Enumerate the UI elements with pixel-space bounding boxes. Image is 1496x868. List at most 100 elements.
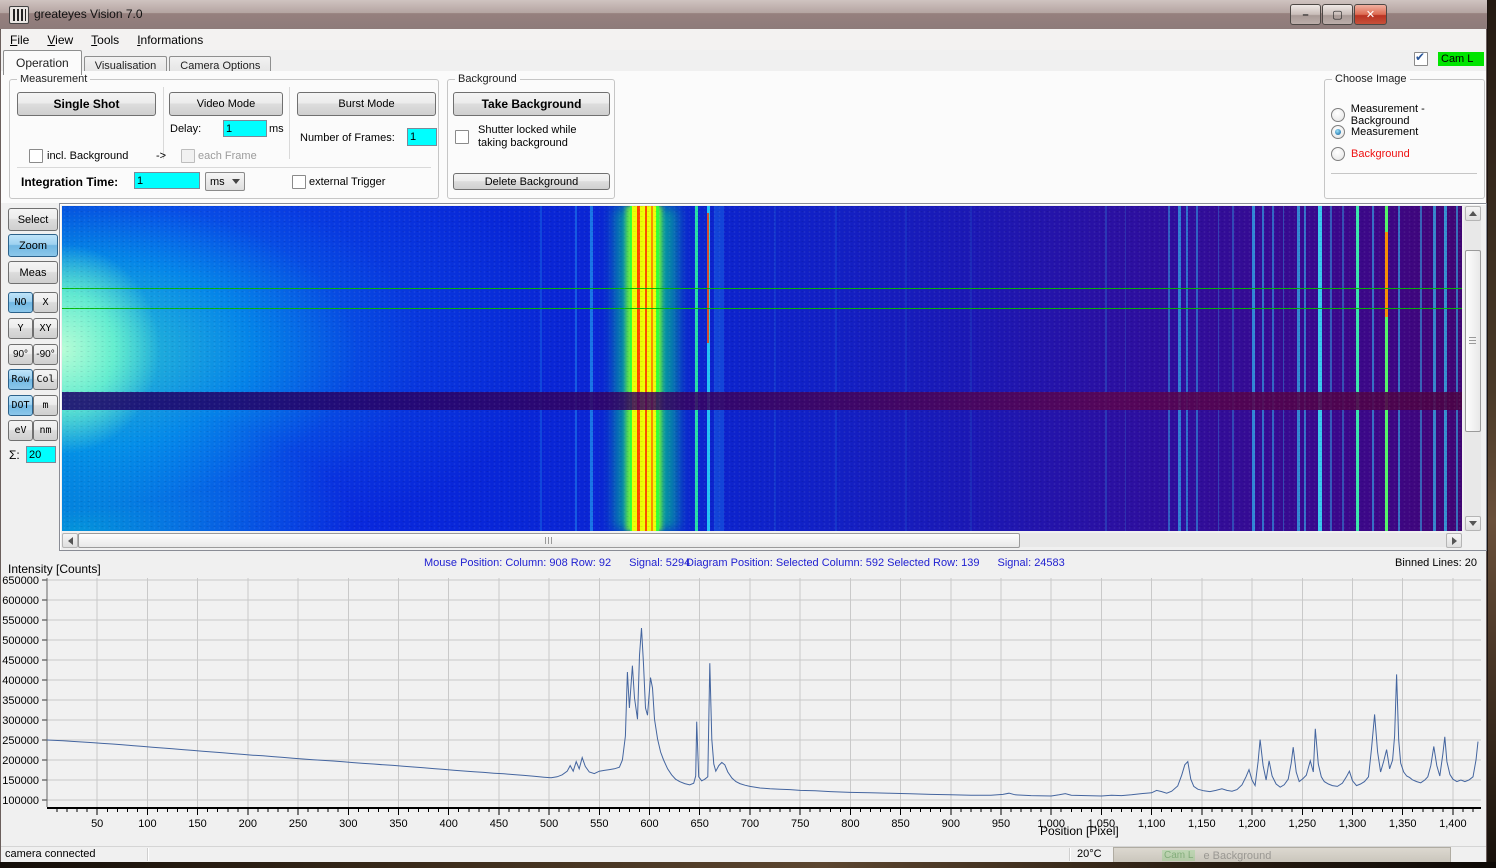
cam-led-checkbox[interactable] — [1414, 52, 1428, 66]
svg-text:550: 550 — [590, 818, 608, 830]
radio-circle-icon[interactable] — [1331, 125, 1345, 139]
svg-text:1,300: 1,300 — [1339, 818, 1367, 830]
minimize-button[interactable]: – — [1290, 4, 1321, 25]
scroll-up-button[interactable] — [1465, 206, 1481, 221]
svg-text:450000: 450000 — [2, 655, 39, 667]
svg-text:1,350: 1,350 — [1389, 818, 1417, 830]
cam-led-label: Cam L — [1438, 52, 1484, 66]
arrow-down-icon — [1469, 521, 1477, 526]
col-mode-button[interactable]: Col — [33, 369, 58, 390]
nm-unit-button[interactable]: nm — [33, 420, 58, 441]
ev-unit-button[interactable]: eV — [8, 420, 33, 441]
rotate-cw-button[interactable]: 90° — [8, 344, 33, 365]
radio-circle-icon[interactable] — [1331, 147, 1345, 161]
row-mode-button[interactable]: Row — [8, 369, 33, 390]
title-bar[interactable]: greateyes Vision 7.0 – ▢ ✕ — [0, 0, 1487, 30]
desktop-background-bottom — [0, 862, 1496, 868]
svg-text:300: 300 — [339, 818, 357, 830]
close-button[interactable]: ✕ — [1354, 4, 1387, 25]
svg-text:550000: 550000 — [2, 615, 39, 627]
radio-circle-icon[interactable] — [1331, 108, 1345, 122]
flip-y-button[interactable]: Y — [8, 318, 33, 339]
radio-label: Measurement — [1351, 126, 1418, 138]
svg-text:350000: 350000 — [2, 695, 39, 707]
external-trigger-checkbox[interactable] — [292, 175, 306, 189]
scroll-down-button[interactable] — [1465, 516, 1481, 531]
svg-text:300000: 300000 — [2, 715, 39, 727]
binned-lines-input[interactable] — [26, 446, 56, 463]
chart-plot-area[interactable]: 1000001500002000002500003000003500004000… — [0, 556, 1487, 846]
svg-text:450: 450 — [490, 818, 508, 830]
maximize-button[interactable]: ▢ — [1322, 4, 1353, 25]
svg-text:600: 600 — [640, 818, 658, 830]
incl-background-checkbox[interactable] — [29, 149, 43, 163]
svg-text:250: 250 — [289, 818, 307, 830]
radio-measurement[interactable]: Measurement — [1331, 125, 1418, 139]
shutter-locked-label-line2: taking background — [478, 137, 568, 149]
vertical-scroll-thumb[interactable] — [1465, 250, 1481, 432]
ghost-cam-label: Cam L — [1162, 850, 1195, 861]
svg-text:950: 950 — [992, 818, 1010, 830]
integration-time-label: Integration Time: — [21, 175, 118, 189]
intensity-chart[interactable]: Intensity [Counts] 100000 150000 200000 250… — [0, 556, 1487, 846]
integration-unit-value: ms — [210, 176, 225, 188]
menu-view[interactable]: View — [38, 29, 82, 47]
dot-mode-button[interactable]: DOT — [8, 395, 33, 416]
scroll-left-button[interactable] — [62, 533, 78, 548]
svg-text:150000: 150000 — [2, 775, 39, 787]
spectral-image[interactable] — [62, 206, 1462, 531]
chart-y-axis-title: Intensity [Counts] — [8, 562, 101, 576]
radio-background[interactable]: Background — [1331, 147, 1410, 161]
integration-time-input[interactable] — [134, 172, 200, 189]
svg-text:200: 200 — [239, 818, 257, 830]
burst-mode-button[interactable]: Burst Mode — [297, 92, 436, 116]
radio-measurement-background[interactable]: Measurement - Background — [1331, 103, 1484, 127]
integration-unit-select[interactable]: ms — [205, 172, 245, 191]
video-mode-button[interactable]: Video Mode — [169, 92, 283, 116]
temperature-status: 20°C — [1077, 848, 1102, 860]
svg-text:500: 500 — [540, 818, 558, 830]
frames-input[interactable] — [407, 128, 437, 146]
flip-xy-button[interactable]: XY — [33, 318, 58, 339]
svg-text:800: 800 — [841, 818, 859, 830]
meter-unit-button[interactable]: m — [33, 395, 58, 416]
each-frame-checkbox[interactable] — [181, 149, 195, 163]
tab-operation[interactable]: Operation — [3, 50, 82, 75]
zoom-tool-button[interactable]: Zoom — [8, 234, 58, 257]
horizontal-scroll-thumb[interactable] — [78, 533, 1020, 548]
select-tool-button[interactable]: Select — [8, 208, 58, 231]
rotate-ccw-button[interactable]: -90° — [33, 344, 58, 365]
image-horizontal-scrollbar[interactable] — [62, 533, 1462, 547]
shutter-locked-label-line1: Shutter locked while — [478, 124, 576, 136]
svg-text:850: 850 — [891, 818, 909, 830]
shutter-locked-checkbox[interactable] — [455, 130, 469, 144]
window-title: greateyes Vision 7.0 — [34, 7, 143, 21]
scroll-right-button[interactable] — [1446, 533, 1462, 548]
incl-background-label: incl. Background — [47, 150, 128, 162]
background-group-label: Background — [455, 73, 520, 85]
operation-panel: Measurement Single Shot Video Mode Delay… — [1, 71, 1486, 204]
radio-label: Background — [1351, 148, 1410, 160]
menu-file[interactable]: File — [1, 29, 38, 47]
svg-text:1,250: 1,250 — [1289, 818, 1317, 830]
meas-tool-button[interactable]: Meas — [8, 261, 58, 284]
choose-image-group: Choose Image Measurement - BackgroundMea… — [1324, 79, 1485, 199]
radio-label: Measurement - Background — [1351, 103, 1484, 127]
image-vertical-scrollbar[interactable] — [1464, 206, 1481, 531]
svg-text:100000: 100000 — [2, 795, 39, 807]
menu-informations[interactable]: Informations — [128, 29, 212, 47]
delay-input[interactable] — [223, 120, 267, 137]
take-background-button[interactable]: Take Background — [453, 92, 610, 116]
desktop-background-right — [1487, 0, 1496, 868]
sigma-label: Σ: — [9, 448, 20, 462]
svg-text:900: 900 — [942, 818, 960, 830]
svg-text:200000: 200000 — [2, 755, 39, 767]
delete-background-button[interactable]: Delete Background — [453, 173, 610, 190]
menu-tools[interactable]: Tools — [82, 29, 128, 47]
single-shot-button[interactable]: Single Shot — [17, 92, 156, 116]
no-button[interactable]: NO — [8, 292, 33, 313]
arrow-left-icon — [68, 537, 73, 545]
image-noise-texture — [62, 206, 1462, 531]
flip-x-button[interactable]: X — [33, 292, 58, 313]
svg-text:150: 150 — [188, 818, 206, 830]
